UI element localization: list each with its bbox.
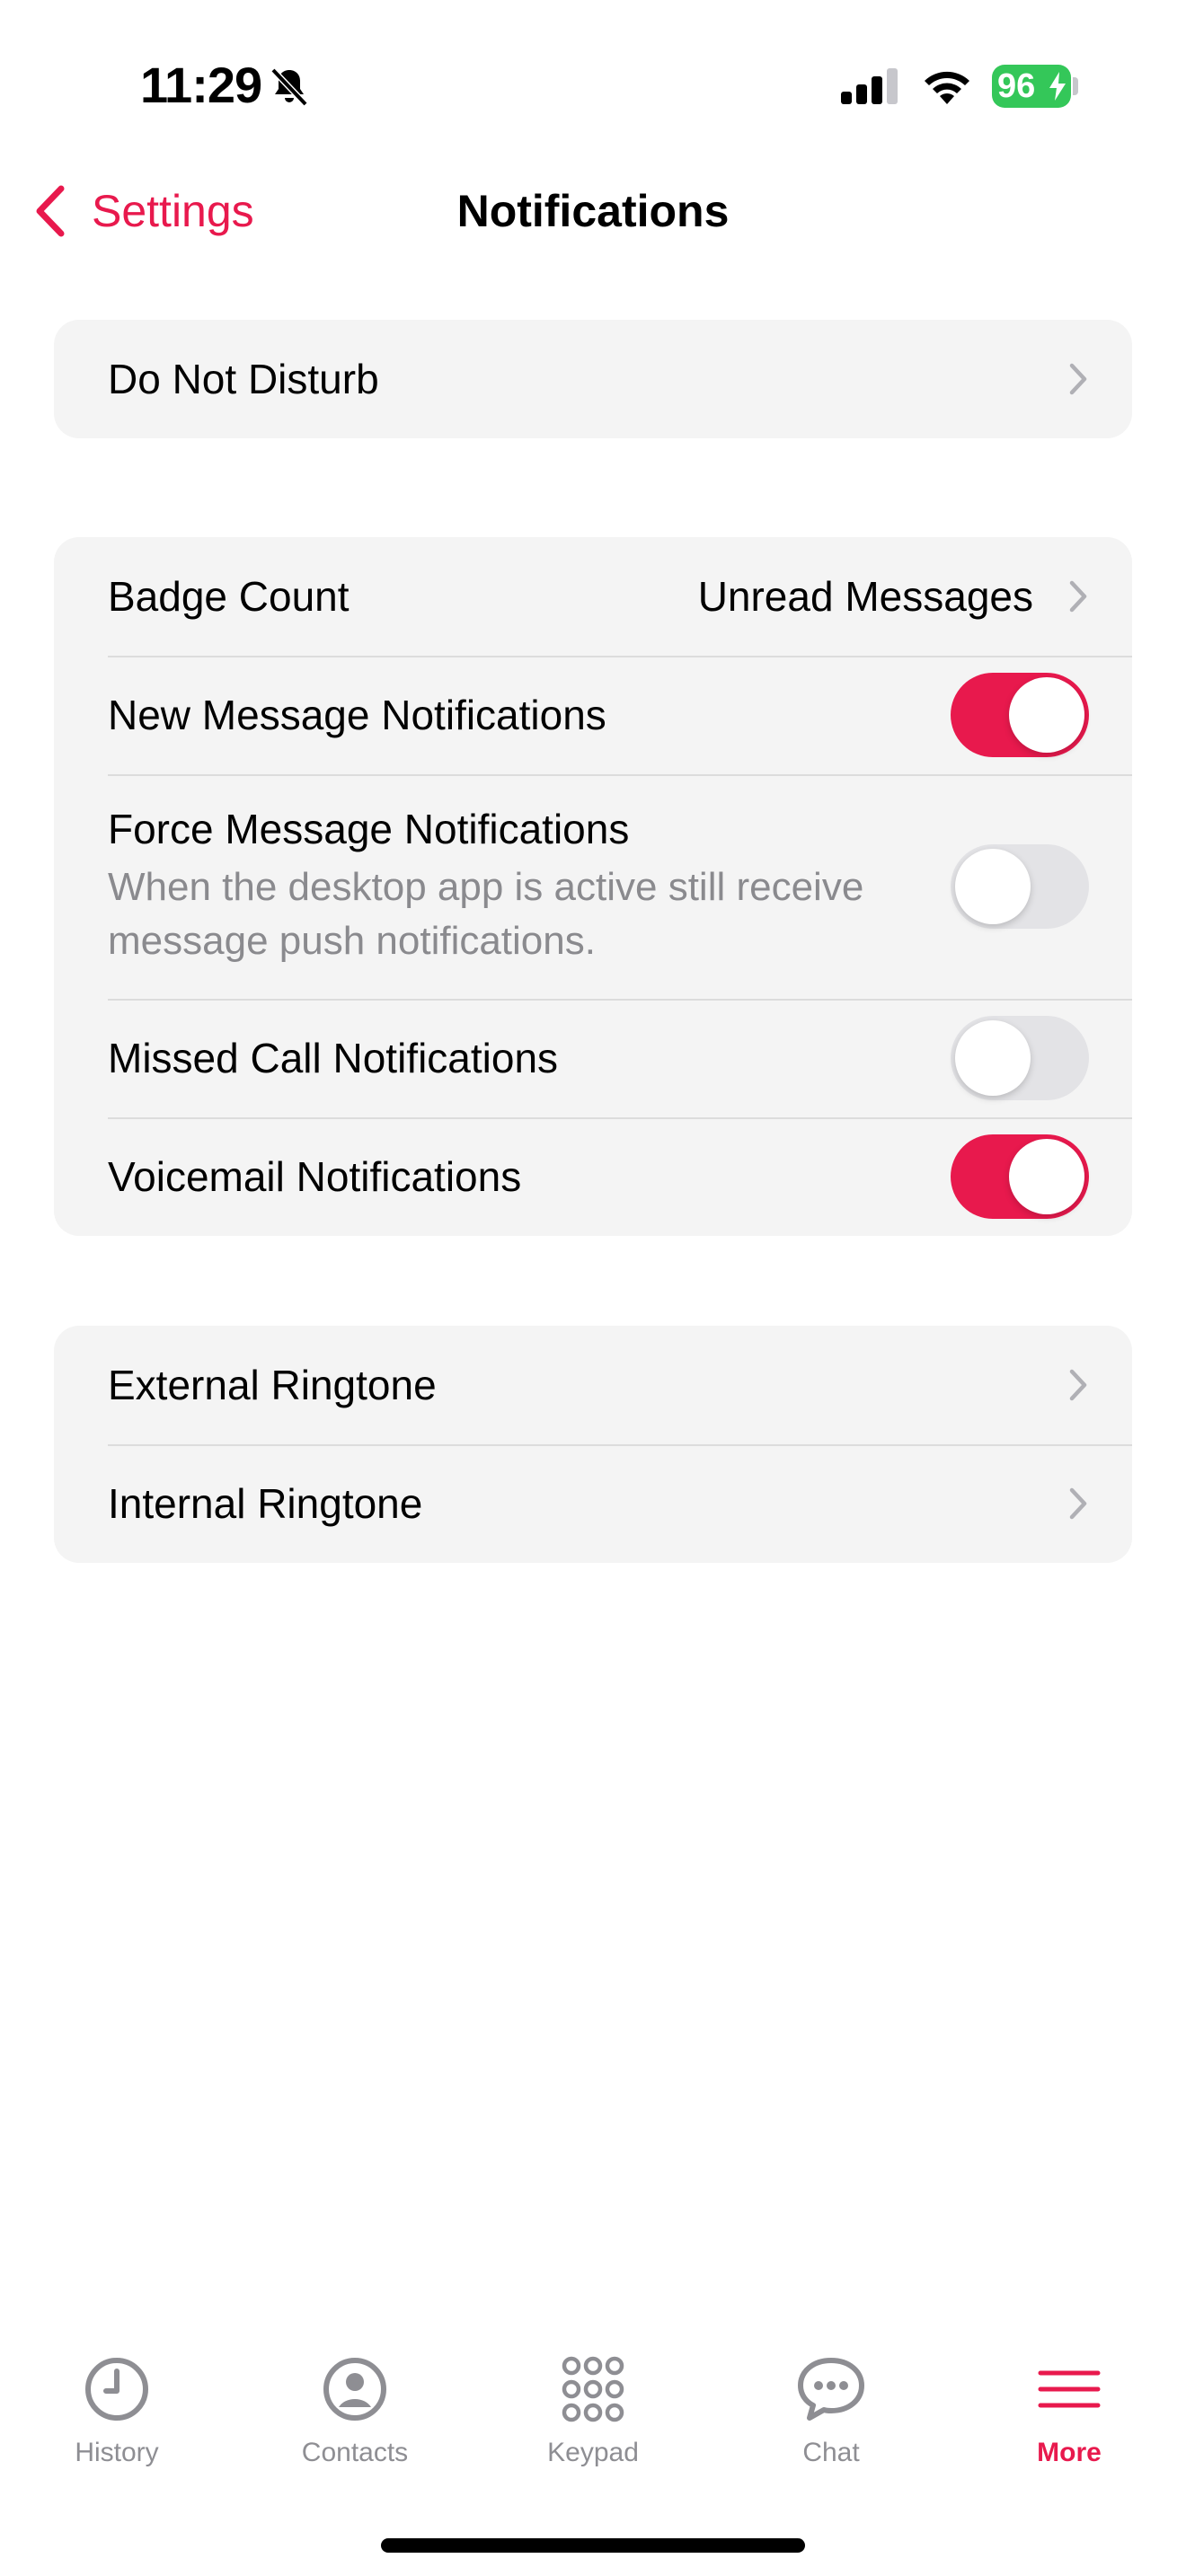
tab-bar: History Contacts Keypad Chat More [0, 2353, 1186, 2515]
tab-chat[interactable]: Chat [732, 2353, 930, 2488]
new-message-notifications-toggle[interactable] [951, 673, 1089, 757]
tab-contacts[interactable]: Contacts [256, 2353, 454, 2488]
force-message-notifications-row: Force Message Notifications When the des… [54, 774, 1132, 999]
new-message-notifications-row: New Message Notifications [54, 656, 1132, 774]
toggle-knob [1009, 1139, 1084, 1214]
missed-call-notifications-row: Missed Call Notifications [54, 999, 1132, 1117]
badge-count-label: Badge Count [108, 573, 350, 620]
tab-history-label: History [75, 2438, 159, 2467]
person-icon [323, 2358, 386, 2421]
menu-icon [1038, 2370, 1101, 2408]
chevron-right-icon [1069, 1487, 1087, 1520]
tab-chat-label: Chat [802, 2438, 860, 2467]
badge-count-value: Unread Messages [697, 573, 1033, 620]
voicemail-notifications-toggle[interactable] [951, 1134, 1089, 1219]
keypad-icon [562, 2356, 624, 2422]
ringtones-group: External Ringtone Internal Ringtone [54, 1326, 1132, 1563]
external-ringtone-label: External Ringtone [108, 1362, 437, 1408]
force-message-notifications-label: Force Message Notifications [108, 806, 630, 852]
internal-ringtone-label: Internal Ringtone [108, 1480, 423, 1527]
external-ringtone-row[interactable]: External Ringtone [54, 1326, 1132, 1444]
notifications-group: Badge Count Unread Messages New Message … [54, 537, 1132, 1236]
clock-icon [85, 2358, 148, 2421]
status-time: 11:29 [140, 57, 262, 113]
do-not-disturb-label: Do Not Disturb [108, 356, 379, 402]
cellular-signal-icon [841, 68, 898, 104]
internal-ringtone-row[interactable]: Internal Ringtone [54, 1444, 1132, 1563]
tab-keypad-label: Keypad [547, 2438, 639, 2467]
notifications-screen: 11:29 96 Settings Notifications Do Not D… [0, 0, 1186, 2576]
toggle-knob [1009, 677, 1084, 753]
bell-slash-icon [270, 67, 308, 107]
voicemail-notifications-row: Voicemail Notifications [54, 1117, 1132, 1236]
missed-call-notifications-label: Missed Call Notifications [108, 1035, 559, 1081]
badge-count-row[interactable]: Badge Count Unread Messages [54, 537, 1132, 656]
dnd-group: Do Not Disturb [54, 320, 1132, 438]
page-title: Notifications [456, 186, 730, 236]
status-bar: 11:29 96 [0, 0, 1186, 171]
home-indicator [381, 2538, 805, 2553]
tab-contacts-label: Contacts [301, 2438, 409, 2467]
battery-charging-icon: 96 [992, 65, 1071, 108]
new-message-notifications-label: New Message Notifications [108, 692, 606, 738]
bolt-icon [1049, 72, 1066, 101]
battery-level: 96 [997, 66, 1036, 105]
toggle-knob [955, 849, 1031, 924]
chevron-right-icon [1069, 363, 1087, 395]
do-not-disturb-row[interactable]: Do Not Disturb [54, 320, 1132, 438]
missed-call-notifications-toggle[interactable] [951, 1016, 1089, 1100]
force-message-text: Force Message Notifications When the des… [108, 805, 951, 968]
chevron-right-icon [1069, 1369, 1087, 1401]
battery-cap [1073, 77, 1078, 95]
voicemail-notifications-label: Voicemail Notifications [108, 1153, 522, 1200]
force-message-notifications-description: When the desktop app is active still rec… [108, 865, 864, 963]
toggle-knob [955, 1020, 1031, 1096]
chevron-right-icon [1069, 580, 1087, 613]
tab-keypad[interactable]: Keypad [494, 2353, 692, 2488]
tab-more-label: More [1037, 2438, 1102, 2467]
wifi-icon [925, 71, 969, 104]
chat-bubble-icon [798, 2358, 864, 2421]
tab-more[interactable]: More [970, 2353, 1168, 2488]
force-message-notifications-toggle[interactable] [951, 844, 1089, 929]
tab-history[interactable]: History [18, 2353, 216, 2488]
